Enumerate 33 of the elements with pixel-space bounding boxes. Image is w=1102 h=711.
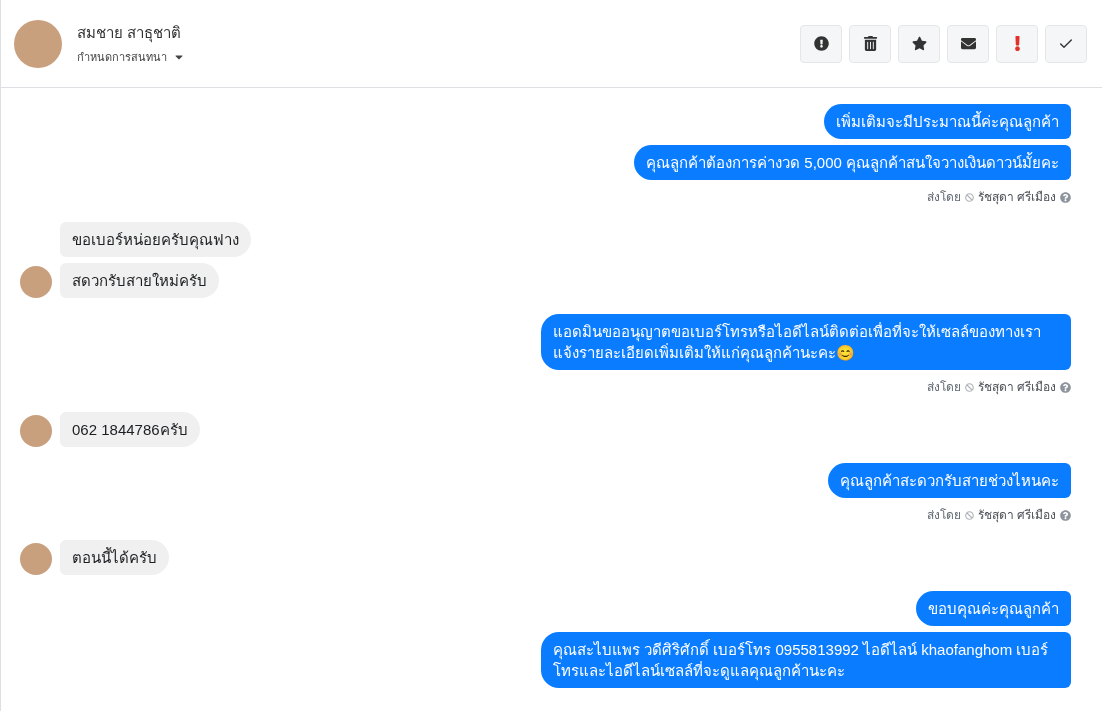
agent-name: รัชสุดา ศรีเมือง: [977, 379, 1056, 396]
sent-by-label: ส่งโดย: [926, 507, 961, 524]
mail-button[interactable]: [947, 24, 989, 63]
contact-name: สมชาย สาธุชาติ: [77, 23, 183, 45]
sent-by-label: ส่งโดย: [926, 379, 961, 396]
star-button[interactable]: [898, 24, 940, 63]
outgoing-message: แอดมินขออนุญาตขอเบอร์โทรหรือไอดีไลน์ติดต่อเพื่อที่จะให้เซลล์ของทางเราแจ้งรายละเอียดเพิ่มเติมให้แก่คุณลูกค้านะคะ😊: [541, 314, 1071, 370]
trash-icon: [862, 36, 878, 51]
outgoing-message: เพิ่มเติมจะมีประมาณนี้ค่ะคุณลูกค้า: [824, 104, 1071, 139]
help-icon: [1060, 509, 1071, 521]
agent-name: รัชสุดา ศรีเมือง: [977, 189, 1056, 206]
help-icon: [1060, 381, 1071, 393]
outgoing-message: คุณลูกค้าสะดวกรับสายช่วงไหนคะ: [828, 463, 1071, 498]
sent-by-label: ส่งโดย: [926, 189, 961, 206]
assign-dropdown[interactable]: กำหนดการสนทนา: [77, 48, 185, 65]
outgoing-message: ขอบคุณค่ะคุณลูกค้า: [916, 591, 1071, 626]
incoming-message: สดวกรับสายใหม่ครับ: [60, 263, 219, 298]
incoming-message: 062 1844786ครับ: [60, 412, 200, 447]
delete-button[interactable]: [849, 24, 891, 63]
status-icon: [964, 510, 974, 520]
important-button[interactable]: [996, 24, 1038, 63]
contact-avatar: [14, 19, 62, 68]
outgoing-message: คุณลูกค้าต้องการค่างวด 5,000 คุณลูกค้าสนใจวางเงินดาวน์มั้ยคะ: [634, 145, 1071, 180]
help-icon: [1060, 191, 1071, 203]
agent-name: รัชสุดา ศรีเมือง: [977, 507, 1056, 524]
incoming-message: ขอเบอร์หน่อยครับคุณฟาง: [60, 222, 251, 257]
envelope-icon: [960, 36, 976, 51]
star-icon: [911, 36, 927, 51]
report-button[interactable]: [800, 24, 842, 63]
outgoing-message: คุณสะไบแพร วดีศิริศักดิ์ เบอร์โทร 0955813992 ไอดีไลน์ khaofanghom เบอร์โทรและไอดีไลน์เซลล์ที่จะดูแลคุณลูกค้านะคะ: [541, 632, 1071, 688]
status-icon: [964, 382, 974, 392]
incoming-message: ตอนนี้ได้ครับ: [60, 540, 169, 575]
status-icon: [964, 192, 974, 202]
